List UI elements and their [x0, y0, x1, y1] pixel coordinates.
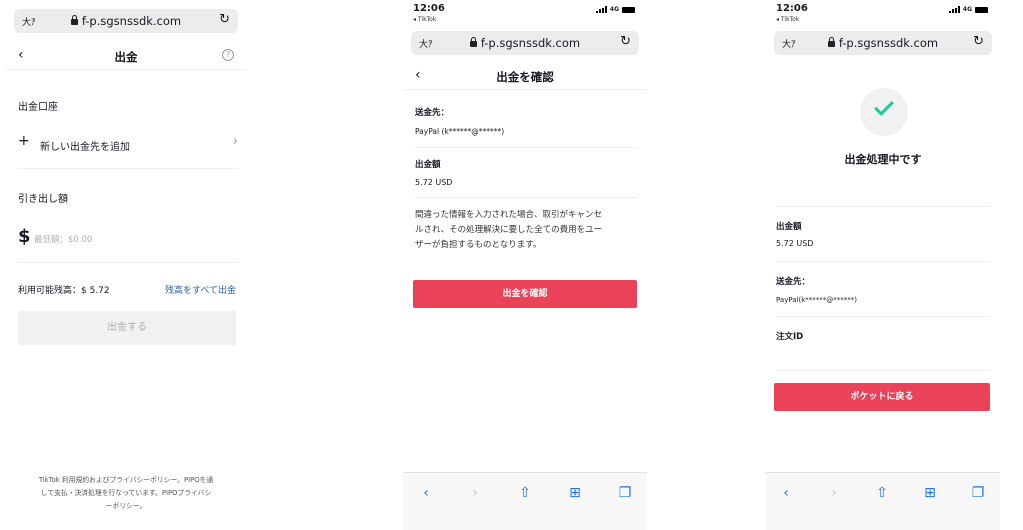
help-icon[interactable]: ? — [222, 49, 234, 61]
signal-indicator: 4G — [948, 6, 988, 13]
notice-line: 間違った情報を入力された場合、取引がキャンセ — [415, 210, 603, 220]
reload-icon[interactable]: ↻ — [219, 12, 230, 27]
notice-text: 間違った情報を入力された場合、取引がキャンセ ルされ、その処理解決に要した全ての… — [415, 208, 602, 253]
network-label: 4G — [962, 6, 972, 13]
bookmarks-icon[interactable]: ⊞ — [920, 485, 940, 501]
page-title: 出金 — [114, 50, 138, 64]
address-bar[interactable]: 大ｱ f-p.sgsnssdk.com ↻ — [14, 9, 238, 33]
address-bar[interactable]: 大ｱ f-p.sgsnssdk.com ↻ — [774, 31, 992, 55]
bookmarks-icon[interactable]: ⊞ — [565, 485, 585, 501]
url-text: f-p.sgsnssdk.com — [81, 14, 182, 28]
divider — [776, 370, 990, 371]
footer-legal: TikTok 利用規約およびプライバシーポリシー。PIPOを通 して支払・決済処… — [6, 474, 246, 513]
notice-line: ザーが負担するものとなります。 — [415, 240, 542, 250]
amount-label: 出金額 — [776, 222, 802, 232]
lock-icon — [827, 37, 835, 47]
divider — [415, 147, 637, 148]
withdraw-button[interactable]: 出金する — [18, 311, 236, 345]
currency-symbol: $ — [18, 226, 31, 247]
divider — [18, 168, 238, 169]
amount-section-label: 引き出し額 — [18, 194, 68, 205]
amount-value: 5.72 USD — [415, 178, 453, 187]
notice-line: ルされ、その処理解決に要した全ての費用をユー — [415, 225, 603, 235]
safari-toolbar: ‹ › ⇧ ⊞ ❐ — [766, 472, 1000, 530]
lock-icon — [469, 37, 477, 47]
footer-line: TikTok 利用規約およびプライバシーポリシー。PIPOを通 — [38, 476, 214, 484]
amount-placeholder: 最低額：$0.00 — [34, 235, 93, 245]
share-icon[interactable]: ⇧ — [872, 485, 892, 501]
forward-nav-icon[interactable]: › — [465, 485, 485, 501]
status-bar: 12:06 ◂ TikTok 4G — [766, 0, 1000, 28]
reload-icon[interactable]: ↻ — [973, 34, 984, 49]
chevron-right-icon: › — [232, 134, 238, 149]
safari-toolbar: ‹ › ⇧ ⊞ ❐ — [403, 472, 647, 530]
screen-withdraw-processing: 12:06 ◂ TikTok 4G 大ｱ f-p.sgsnssdk.com ↻ … — [766, 0, 1000, 530]
success-badge — [860, 88, 908, 136]
back-to-app[interactable]: ◂ TikTok — [776, 16, 799, 23]
battery-icon — [622, 6, 635, 13]
screen-confirm-withdraw: 12:06 ◂ TikTok 4G 大ｱ f-p.sgsnssdk.com ↻ … — [403, 0, 647, 530]
signal-indicator: 4G — [595, 6, 635, 13]
nav-bar: ‹ 出金を確認 — [403, 64, 647, 90]
back-nav-icon[interactable]: ‹ — [416, 485, 436, 501]
network-label: 4G — [609, 6, 619, 13]
available-balance: 利用可能残高：$ 5.72 — [18, 286, 110, 296]
page-title: 出金を確認 — [496, 70, 554, 84]
signal-icon — [948, 6, 960, 13]
recipient-label: 送金先： — [415, 108, 450, 118]
status-bar: 12:06 ◂ TikTok 4G — [403, 0, 647, 28]
plus-icon: + — [18, 133, 30, 149]
divider — [18, 262, 238, 263]
forward-nav-icon[interactable]: › — [824, 485, 844, 501]
footer-line: して支払・決済処理を行なっています。PIPOプライバシ — [40, 489, 212, 497]
status-time: 12:06 — [413, 3, 445, 14]
nav-bar: ‹ 出金 ? — [6, 44, 246, 70]
status-time: 12:06 — [776, 3, 808, 14]
url-text: f-p.sgsnssdk.com — [480, 36, 581, 50]
withdraw-all-link[interactable]: 残高をすべて出金 — [165, 283, 236, 296]
divider — [415, 197, 637, 198]
recipient-value: PayPal (k******@******) — [415, 127, 505, 136]
back-to-app[interactable]: ◂ TikTok — [413, 16, 436, 23]
amount-input[interactable]: $ 最低額：$0.00 — [18, 226, 238, 252]
signal-icon — [595, 6, 607, 13]
back-nav-icon[interactable]: ‹ — [776, 485, 796, 501]
amount-label: 出金額 — [415, 160, 441, 170]
divider — [776, 206, 990, 207]
recipient-label: 送金先： — [776, 277, 811, 287]
address-bar[interactable]: 大ｱ f-p.sgsnssdk.com ↻ — [411, 31, 639, 55]
back-to-pocket-button[interactable]: ポケットに戻る — [774, 383, 990, 411]
tabs-icon[interactable]: ❐ — [968, 485, 988, 501]
tabs-icon[interactable]: ❐ — [615, 485, 635, 501]
lock-icon — [70, 15, 78, 25]
status-title: 出金処理中です — [844, 153, 922, 166]
battery-icon — [975, 6, 988, 13]
account-section-label: 出金口座 — [18, 102, 58, 113]
divider — [776, 261, 990, 262]
order-id-label: 注文ID — [776, 332, 804, 342]
reload-icon[interactable]: ↻ — [620, 34, 631, 49]
share-icon[interactable]: ⇧ — [515, 485, 535, 501]
add-withdraw-method-row[interactable]: + 新しい出金先を追加 › — [18, 132, 238, 158]
screen-withdraw: 大ｱ f-p.sgsnssdk.com ↻ ‹ 出金 ? 出金口座 + 新しい出… — [6, 0, 246, 530]
confirm-withdraw-button[interactable]: 出金を確認 — [413, 280, 637, 308]
url-text: f-p.sgsnssdk.com — [838, 36, 939, 50]
checkmark-icon — [874, 96, 894, 116]
footer-line: ーポリシー。 — [105, 502, 147, 510]
add-method-label: 新しい出金先を追加 — [40, 142, 130, 153]
amount-value: 5.72 USD — [776, 239, 814, 248]
recipient-value: PayPal(k******@******) — [776, 296, 857, 304]
divider — [776, 316, 990, 317]
